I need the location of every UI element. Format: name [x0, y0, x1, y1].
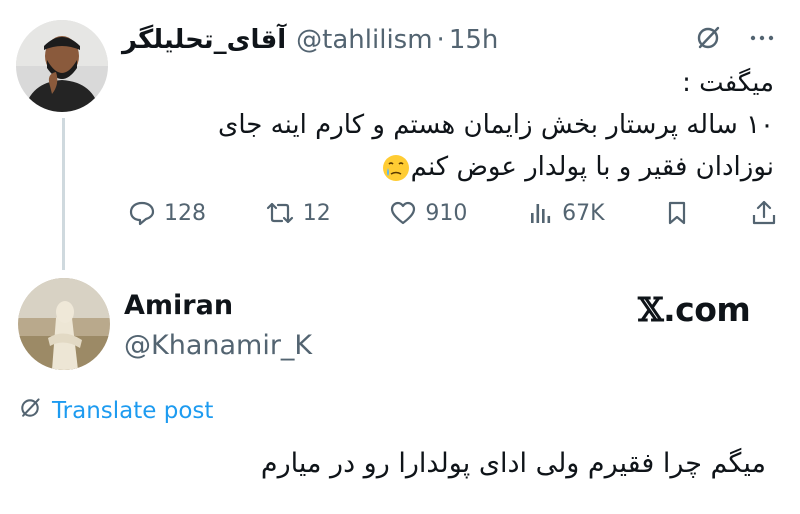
tweet-text: میگفت : ۱۰ ساله پرستار بخش زایمان هستم و…: [134, 62, 774, 188]
x-com-watermark: 𝕏.com: [638, 290, 751, 329]
quote-display-name[interactable]: Amiran: [124, 290, 233, 321]
retweet-button[interactable]: 12: [265, 199, 331, 227]
tweet-top-icons: [694, 24, 776, 59]
brand-text: .com: [663, 290, 751, 329]
like-button[interactable]: 910: [389, 199, 467, 227]
x-logo-icon: 𝕏: [638, 290, 664, 329]
tweet-text-line: نوزادان فقیر و با پولدار عوض کنم: [410, 152, 774, 182]
grok-icon: [18, 396, 42, 426]
heart-icon: [389, 199, 417, 227]
quote-user-handle[interactable]: @Khanamir_K: [124, 330, 312, 361]
avatar[interactable]: [16, 20, 108, 112]
separator-dot: ·: [436, 25, 445, 55]
face-holding-back-tears-icon: [381, 153, 411, 183]
user-handle[interactable]: @tahlilism: [296, 25, 432, 55]
avatar[interactable]: [18, 278, 110, 370]
bookmark-button[interactable]: [663, 199, 691, 227]
translate-label[interactable]: Translate post: [52, 398, 213, 424]
tweet-header: آقای_تحلیلگر @tahlilism · 15h: [122, 22, 498, 58]
share-button[interactable]: [750, 199, 778, 227]
translate-post-link[interactable]: Translate post: [18, 396, 213, 426]
views-icon: [526, 199, 554, 227]
reply-count: 128: [164, 200, 206, 226]
share-icon: [750, 199, 778, 227]
thread-connector-line: [62, 118, 65, 270]
views-button[interactable]: 67K: [526, 199, 605, 227]
retweet-count: 12: [302, 200, 331, 226]
timestamp[interactable]: 15h: [449, 25, 499, 55]
views-count: 67K: [562, 200, 605, 226]
retweet-icon: [265, 199, 295, 227]
reply-icon: [128, 199, 156, 227]
reply-button[interactable]: 128: [128, 199, 206, 227]
bookmark-icon: [663, 199, 691, 227]
display-name[interactable]: آقای_تحلیلگر: [122, 25, 286, 55]
like-count: 910: [425, 200, 468, 226]
tweet-text-line: میگفت :: [682, 68, 774, 98]
quote-text: میگم چرا فقیرم ولی ادای پولدارا رو در می…: [260, 448, 766, 479]
tweet-text-line: ۱۰ ساله پرستار بخش زایمان هستم و کارم ای…: [218, 110, 774, 140]
tweet-actions: 128 12 910 67K: [128, 195, 778, 231]
tweet-text-line-with-emoji: نوزادان فقیر و با پولدار عوض کنم: [134, 146, 774, 188]
more-icon[interactable]: [748, 24, 776, 59]
grok-icon[interactable]: [694, 24, 722, 59]
